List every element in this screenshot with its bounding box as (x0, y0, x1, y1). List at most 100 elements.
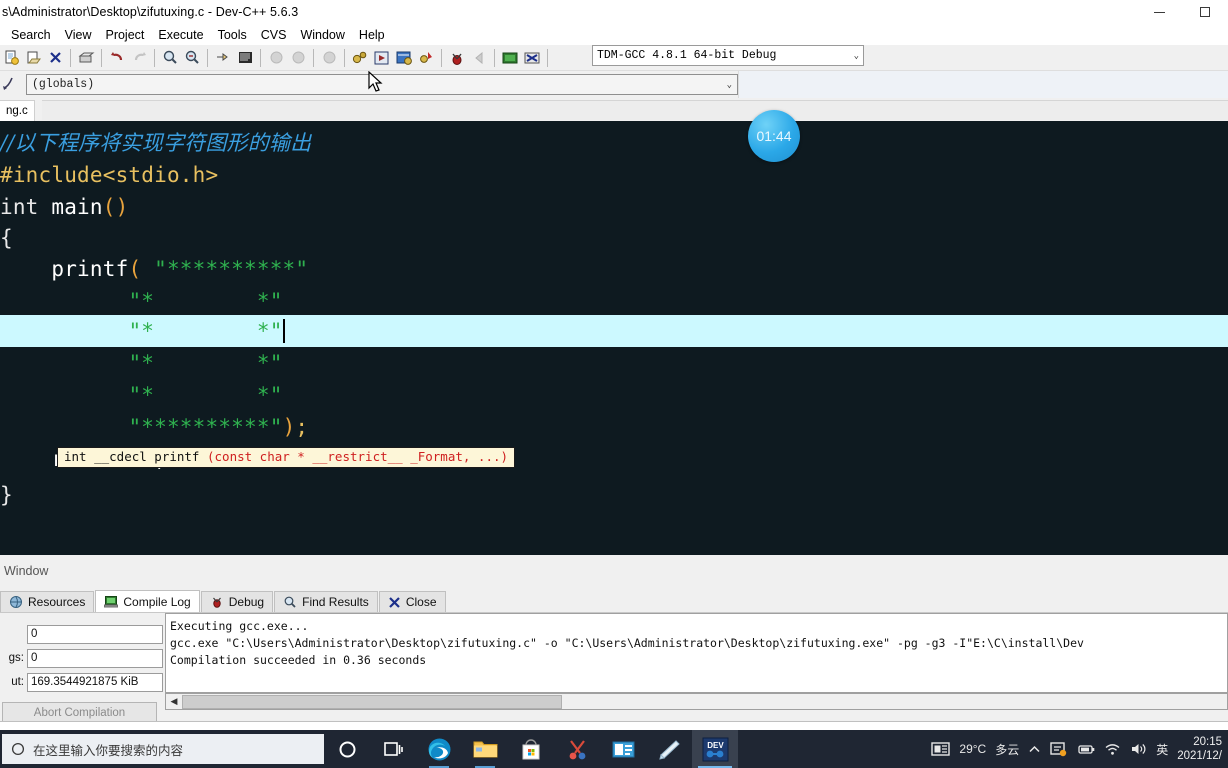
save-icon[interactable] (75, 47, 97, 69)
compile-run-icon[interactable] (393, 47, 415, 69)
taskbar-search-box[interactable]: 在这里输入你要搜索的内容 (2, 734, 324, 764)
toolbar-group-edit (106, 47, 256, 69)
open-file-icon[interactable] (22, 47, 44, 69)
volume-icon[interactable] (1130, 742, 1147, 756)
onedrive-sync-icon[interactable] (1050, 741, 1067, 757)
menu-execute[interactable]: Execute (151, 26, 210, 44)
tab-zifutuxing-c[interactable]: ng.c (0, 100, 35, 121)
project-open-icon[interactable] (287, 47, 309, 69)
media-app-icon[interactable] (600, 730, 646, 768)
file-explorer-icon[interactable] (462, 730, 508, 768)
tooltip-params: (const char * __restrict__ _Format, ...) (207, 449, 509, 464)
panel-tab-resources[interactable]: Resources (0, 591, 95, 612)
clock-date: 2021/12/ (1177, 750, 1222, 762)
weather-description[interactable]: 多云 (995, 741, 1019, 758)
cortana-icon[interactable] (324, 730, 370, 768)
toolbar-separator (101, 48, 102, 67)
menu-search[interactable]: Search (4, 26, 58, 44)
warnings-field[interactable]: 0 (27, 648, 163, 668)
snipping-tool-icon[interactable] (554, 730, 600, 768)
minimize-button[interactable] (1136, 0, 1182, 24)
undo-icon[interactable] (106, 47, 128, 69)
toolbar-separator (344, 48, 345, 67)
find-icon[interactable] (159, 47, 181, 69)
goto-line-icon[interactable] (212, 47, 234, 69)
code-string-bottom-text: "**********" (128, 414, 283, 439)
project-save-icon[interactable] (318, 47, 340, 69)
ime-indicator[interactable]: 英 (1156, 741, 1168, 758)
scroll-left-icon[interactable]: ◀ (166, 694, 182, 709)
project-new-icon[interactable] (265, 47, 287, 69)
run-icon[interactable] (371, 47, 393, 69)
title-bar: s\Administrator\Desktop\zifutuxing.c - D… (0, 0, 1228, 24)
compiler-set-dropdown[interactable]: TDM-GCC 4.8.1 64-bit Debug ⌄ (592, 45, 864, 66)
code-string-top: "**********" (154, 256, 309, 281)
compile-log-hscrollbar[interactable]: ◀ (165, 693, 1228, 710)
output-size-field[interactable]: 169.3544921875 KiB (27, 672, 163, 692)
new-file-icon[interactable] (0, 47, 22, 69)
toolbar-separator (441, 48, 442, 67)
browser-toggle-icon[interactable] (2, 74, 20, 96)
weather-temperature[interactable]: 29°C (959, 742, 986, 756)
menu-project[interactable]: Project (98, 26, 151, 44)
code-line-6: "* *" (0, 285, 1228, 316)
code-line-4: { (0, 222, 1228, 253)
code-comment: //以下程序将实现字符图形的输出 (0, 130, 312, 155)
warnings-label: gs: (8, 652, 24, 664)
panel-tab-resources-label: Resources (28, 595, 86, 609)
code-string-bottom: "**********" (0, 415, 283, 439)
mouse-cursor-icon (368, 71, 383, 92)
close-file-icon[interactable] (44, 47, 66, 69)
code-main-parens: () (102, 194, 129, 219)
news-weather-icon[interactable] (931, 741, 951, 757)
panel-header-label: Window (4, 564, 49, 578)
profile-icon[interactable] (499, 47, 521, 69)
compile-log-icon (104, 596, 119, 608)
code-open-brace: { (0, 225, 13, 250)
sticky-notes-icon[interactable] (646, 730, 692, 768)
maximize-button[interactable] (1182, 0, 1228, 24)
microsoft-store-icon[interactable] (508, 730, 554, 768)
code-editor[interactable]: //以下程序将实现字符图形的输出 #include<stdio.h> int m… (0, 121, 1228, 555)
taskbar-search-placeholder: 在这里输入你要搜索的内容 (33, 743, 184, 758)
toolbar-separator (70, 48, 71, 67)
scrollbar-thumb[interactable] (182, 694, 562, 709)
text-caret (282, 319, 285, 343)
panel-tab-compile-log[interactable]: Compile Log (95, 590, 200, 612)
debug-icon[interactable] (446, 47, 468, 69)
battery-icon[interactable] (1076, 743, 1095, 756)
code-string-row: "* *" (0, 383, 283, 407)
dev-cpp-icon[interactable]: DEV (692, 730, 738, 768)
menu-view[interactable]: View (58, 26, 99, 44)
delete-profile-icon[interactable] (521, 47, 543, 69)
maximize-icon (1200, 7, 1210, 17)
edge-icon[interactable] (416, 730, 462, 768)
step-back-icon[interactable] (468, 47, 490, 69)
compile-icon[interactable] (349, 47, 371, 69)
errors-field[interactable]: 0 (27, 624, 163, 644)
rebuild-all-icon[interactable] (415, 47, 437, 69)
menu-window[interactable]: Window (293, 26, 351, 44)
menu-tools[interactable]: Tools (211, 26, 254, 44)
resources-icon (10, 596, 22, 608)
toolbar-separator (547, 48, 548, 67)
task-view-icon[interactable] (370, 730, 416, 768)
screen-recorder-timer[interactable]: 01:44 (748, 110, 800, 162)
find-next-icon[interactable] (181, 47, 203, 69)
menu-cvs[interactable]: CVS (254, 26, 294, 44)
minimize-icon (1153, 11, 1165, 13)
compile-log-output[interactable]: Executing gcc.exe... gcc.exe "C:\Users\A… (165, 613, 1228, 693)
panel-tab-close-label: Close (405, 595, 437, 609)
panel-tab-close[interactable]: Close (378, 591, 446, 612)
taskbar-clock[interactable]: 20:15 2021/12/ (1177, 735, 1222, 763)
redo-icon[interactable] (128, 47, 150, 69)
goto-function-icon[interactable] (234, 47, 256, 69)
menu-help[interactable]: Help (352, 26, 392, 44)
wifi-icon[interactable] (1104, 742, 1121, 756)
show-hidden-icons-chevron[interactable] (1028, 743, 1041, 756)
code-line-10: "**********"); (0, 411, 1228, 442)
log-line-3: Compilation succeeded in 0.36 seconds (170, 653, 427, 667)
window-controls (1136, 0, 1228, 24)
panel-tab-debug[interactable]: Debug (200, 591, 274, 612)
panel-tab-find-results[interactable]: Find Results (274, 591, 378, 612)
